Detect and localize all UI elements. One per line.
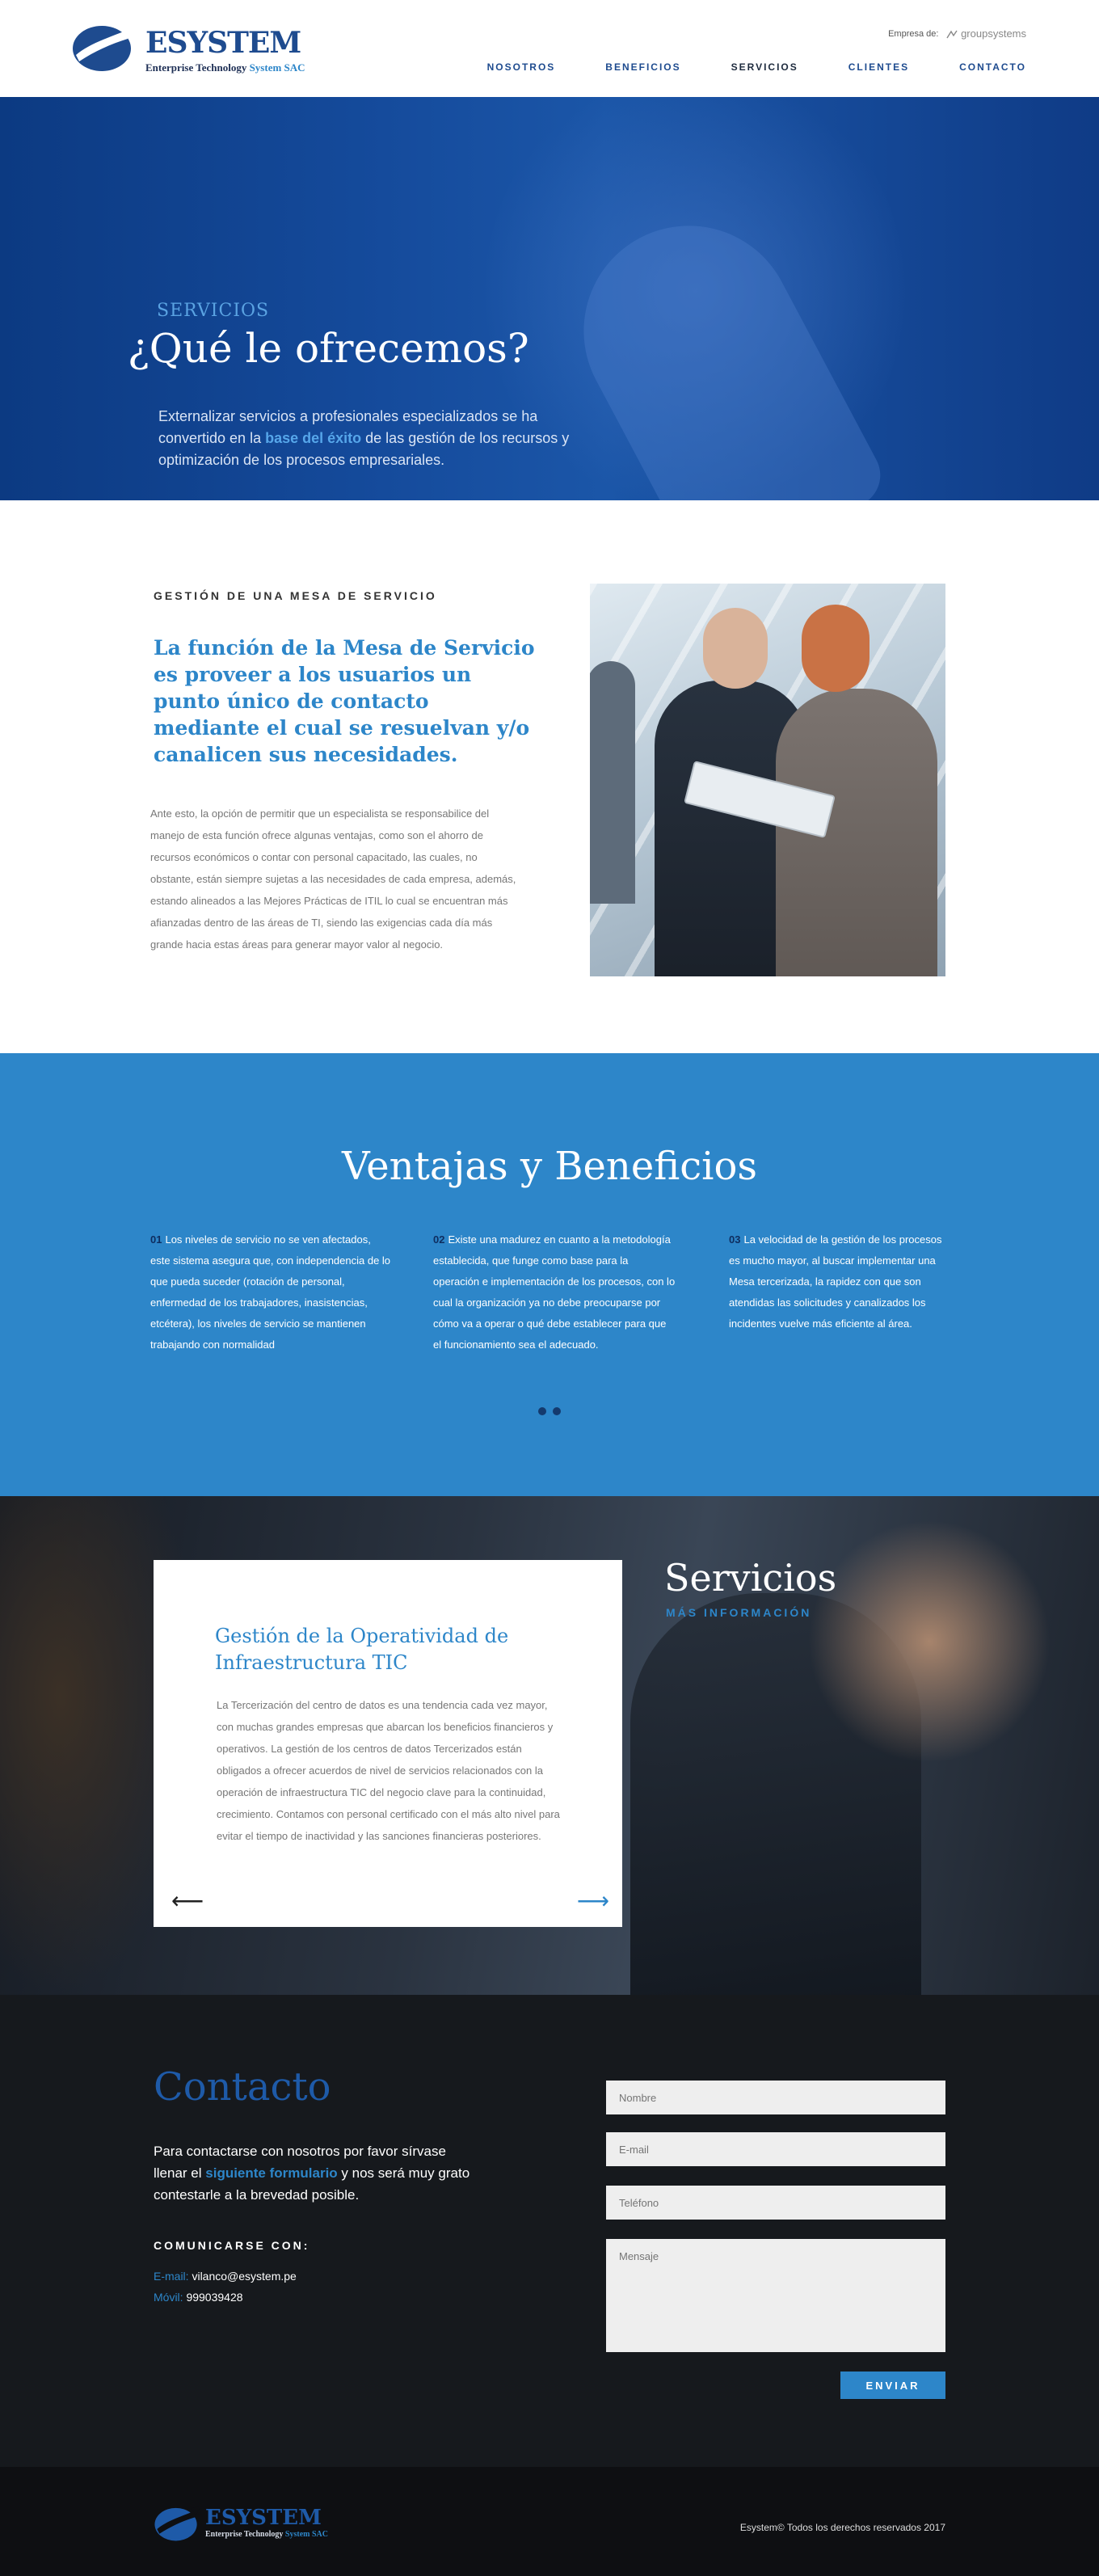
servicios-title: Servicios (664, 1556, 837, 1600)
logo-swoosh-icon (73, 24, 136, 71)
photo-figure-man-head (703, 608, 768, 689)
hero-banner: SERVICIOS ¿Qué le ofrecemos? Externaliza… (0, 97, 1099, 500)
groupsystems-icon (946, 30, 958, 38)
send-button[interactable]: ENVIAR (840, 2372, 945, 2399)
carousel-dot[interactable] (538, 1407, 546, 1415)
nav-nosotros[interactable]: NOSOTROS (487, 61, 556, 73)
servicios-section: Gestión de la Operatividad de Infraestru… (0, 1496, 1099, 1995)
gestion-heading: La función de la Mesa de Servicio es pro… (154, 636, 535, 766)
hero-intro-highlight: base del éxito (265, 430, 362, 446)
ventaja-number: 02 (433, 1233, 445, 1246)
email-label: E-mail: (154, 2270, 189, 2283)
groupsystems-logo[interactable]: groupsystems (946, 27, 1026, 40)
service-card-text: La Tercerización del centro de datos es … (217, 1699, 560, 1842)
movil-value[interactable]: 999039428 (186, 2291, 242, 2304)
logo-swoosh-icon (154, 2506, 200, 2541)
site-header: ESYSTEM Enterprise Technology System SAC… (0, 0, 1099, 97)
mas-informacion-link[interactable]: MÁS INFORMACIÓN (666, 1606, 811, 1619)
contact-email: E-mail: vilanco@esystem.pe (154, 2270, 297, 2283)
message-field[interactable] (606, 2239, 945, 2352)
main-nav: NOSOTROS BENEFICIOS SERVICIOS CLIENTES C… (437, 61, 1026, 73)
carousel-dot[interactable] (553, 1407, 561, 1415)
ventaja-text: Existe una madurez en cuanto a la metodo… (433, 1233, 676, 1351)
company-label: Empresa de: (888, 28, 939, 39)
logo-tagline-b: System SAC (249, 61, 305, 74)
ventaja-text: La velocidad de la gestión de los proces… (729, 1233, 942, 1330)
contacto-form-link[interactable]: siguiente formulario (205, 2165, 337, 2181)
photo-figure-background (590, 661, 635, 904)
logo-tagline-a: Enterprise Technology (145, 61, 247, 74)
contacto-lead: Para contactarse con nosotros por favor … (154, 2140, 477, 2206)
contacto-section: Contacto Para contactarse con nosotros p… (0, 1995, 1099, 2467)
photo-figure-woman (776, 689, 937, 976)
carousel-dots (538, 1407, 561, 1415)
contacto-title: Contacto (154, 2064, 331, 2110)
gestion-eyebrow: GESTIÓN DE UNA MESA DE SERVICIO (154, 589, 437, 602)
copyright-text: Esystem© Todos los derechos reservados 2… (739, 2522, 945, 2533)
footer-logo-tagline: Enterprise Technology System SAC (205, 2530, 328, 2539)
hero-title: ¿Qué le ofrecemos? (128, 325, 529, 372)
name-field[interactable] (606, 2081, 945, 2114)
nav-clientes[interactable]: CLIENTES (848, 61, 909, 73)
ventaja-number: 01 (150, 1233, 162, 1246)
company-name: groupsystems (961, 27, 1026, 40)
arrow-left-icon[interactable]: ⟵ (171, 1890, 204, 1912)
logo-wordmark: ESYSTEM (145, 26, 301, 60)
comunicarse-label: COMUNICARSE CON: (154, 2239, 310, 2252)
servicios-figure-face (808, 1512, 1051, 1771)
nav-contacto[interactable]: CONTACTO (959, 61, 1026, 73)
gestion-section: GESTIÓN DE UNA MESA DE SERVICIO La funci… (0, 500, 1099, 1053)
contact-movil: Móvil: 999039428 (154, 2291, 243, 2304)
ventaja-text: Los niveles de servicio no se ven afecta… (150, 1233, 391, 1351)
nav-beneficios[interactable]: BENEFICIOS (605, 61, 680, 73)
service-card: Gestión de la Operatividad de Infraestru… (154, 1560, 622, 1927)
business-people-photo (590, 584, 945, 976)
footer-logo[interactable]: ESYSTEM Enterprise Technology System SAC (154, 2502, 347, 2544)
service-card-title: Gestión de la Operatividad de Infraestru… (215, 1625, 509, 1674)
gestion-body: Ante esto, la opción de permitir que un … (150, 807, 516, 951)
arrow-right-icon[interactable]: ⟶ (577, 1890, 609, 1912)
ventaja-item: 01 Los niveles de servicio no se ven afec… (150, 1229, 393, 1355)
logo-tagline: Enterprise Technology System SAC (145, 61, 305, 74)
ventaja-item: 03 La velocidad de la gestión de los proc… (729, 1229, 955, 1334)
photo-figure-woman-head (802, 605, 870, 692)
footer-tagline-b: System SAC (284, 2530, 328, 2539)
esystem-logo[interactable]: ESYSTEM Enterprise Technology System SAC (71, 18, 346, 74)
footer-logo-wordmark: ESYSTEM (205, 2506, 322, 2530)
ventajas-section: Ventajas y Beneficios 01 Los niveles de s… (0, 1053, 1099, 1496)
nav-servicios[interactable]: SERVICIOS (731, 61, 798, 73)
parent-company: Empresa de: groupsystems (888, 27, 1026, 40)
email-value[interactable]: vilanco@esystem.pe (192, 2270, 296, 2283)
ventaja-number: 03 (729, 1233, 741, 1246)
email-field[interactable] (606, 2132, 945, 2166)
footer-tagline-a: Enterprise Technology (205, 2530, 284, 2539)
ventajas-title: Ventajas y Beneficios (341, 1144, 758, 1189)
ventaja-item: 02 Existe una madurez en cuanto a la meto… (433, 1229, 676, 1355)
site-footer: ESYSTEM Enterprise Technology System SAC… (0, 2467, 1099, 2576)
hero-kicker: SERVICIOS (157, 301, 270, 321)
hero-intro: Externalizar servicios a profesionales e… (158, 406, 587, 471)
phone-field[interactable] (606, 2186, 945, 2220)
movil-label: Móvil: (154, 2291, 183, 2304)
